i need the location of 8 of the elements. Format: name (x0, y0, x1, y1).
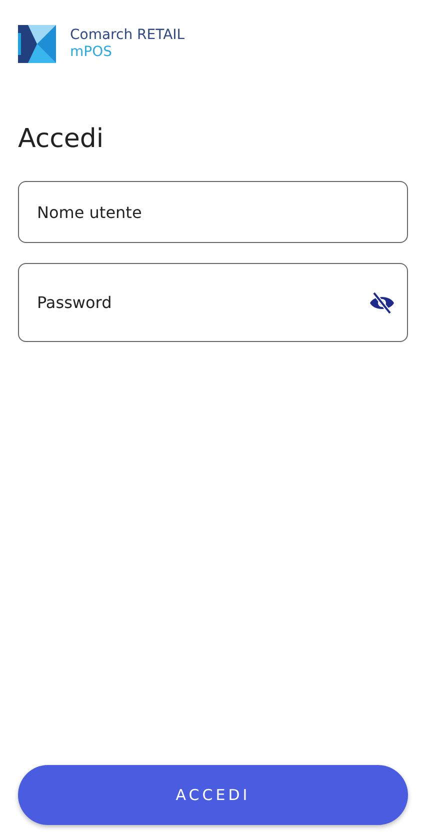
eye-off-icon[interactable] (368, 292, 396, 314)
logo-icon (18, 25, 56, 63)
login-button[interactable]: ACCEDI (18, 765, 408, 825)
brand-name: Comarch RETAIL (70, 27, 185, 44)
input-field[interactable]: Password (18, 263, 408, 342)
page-title: Accedi (18, 123, 105, 155)
input-field[interactable]: Nome utente (18, 181, 408, 243)
product-name: mPOS (70, 44, 113, 61)
